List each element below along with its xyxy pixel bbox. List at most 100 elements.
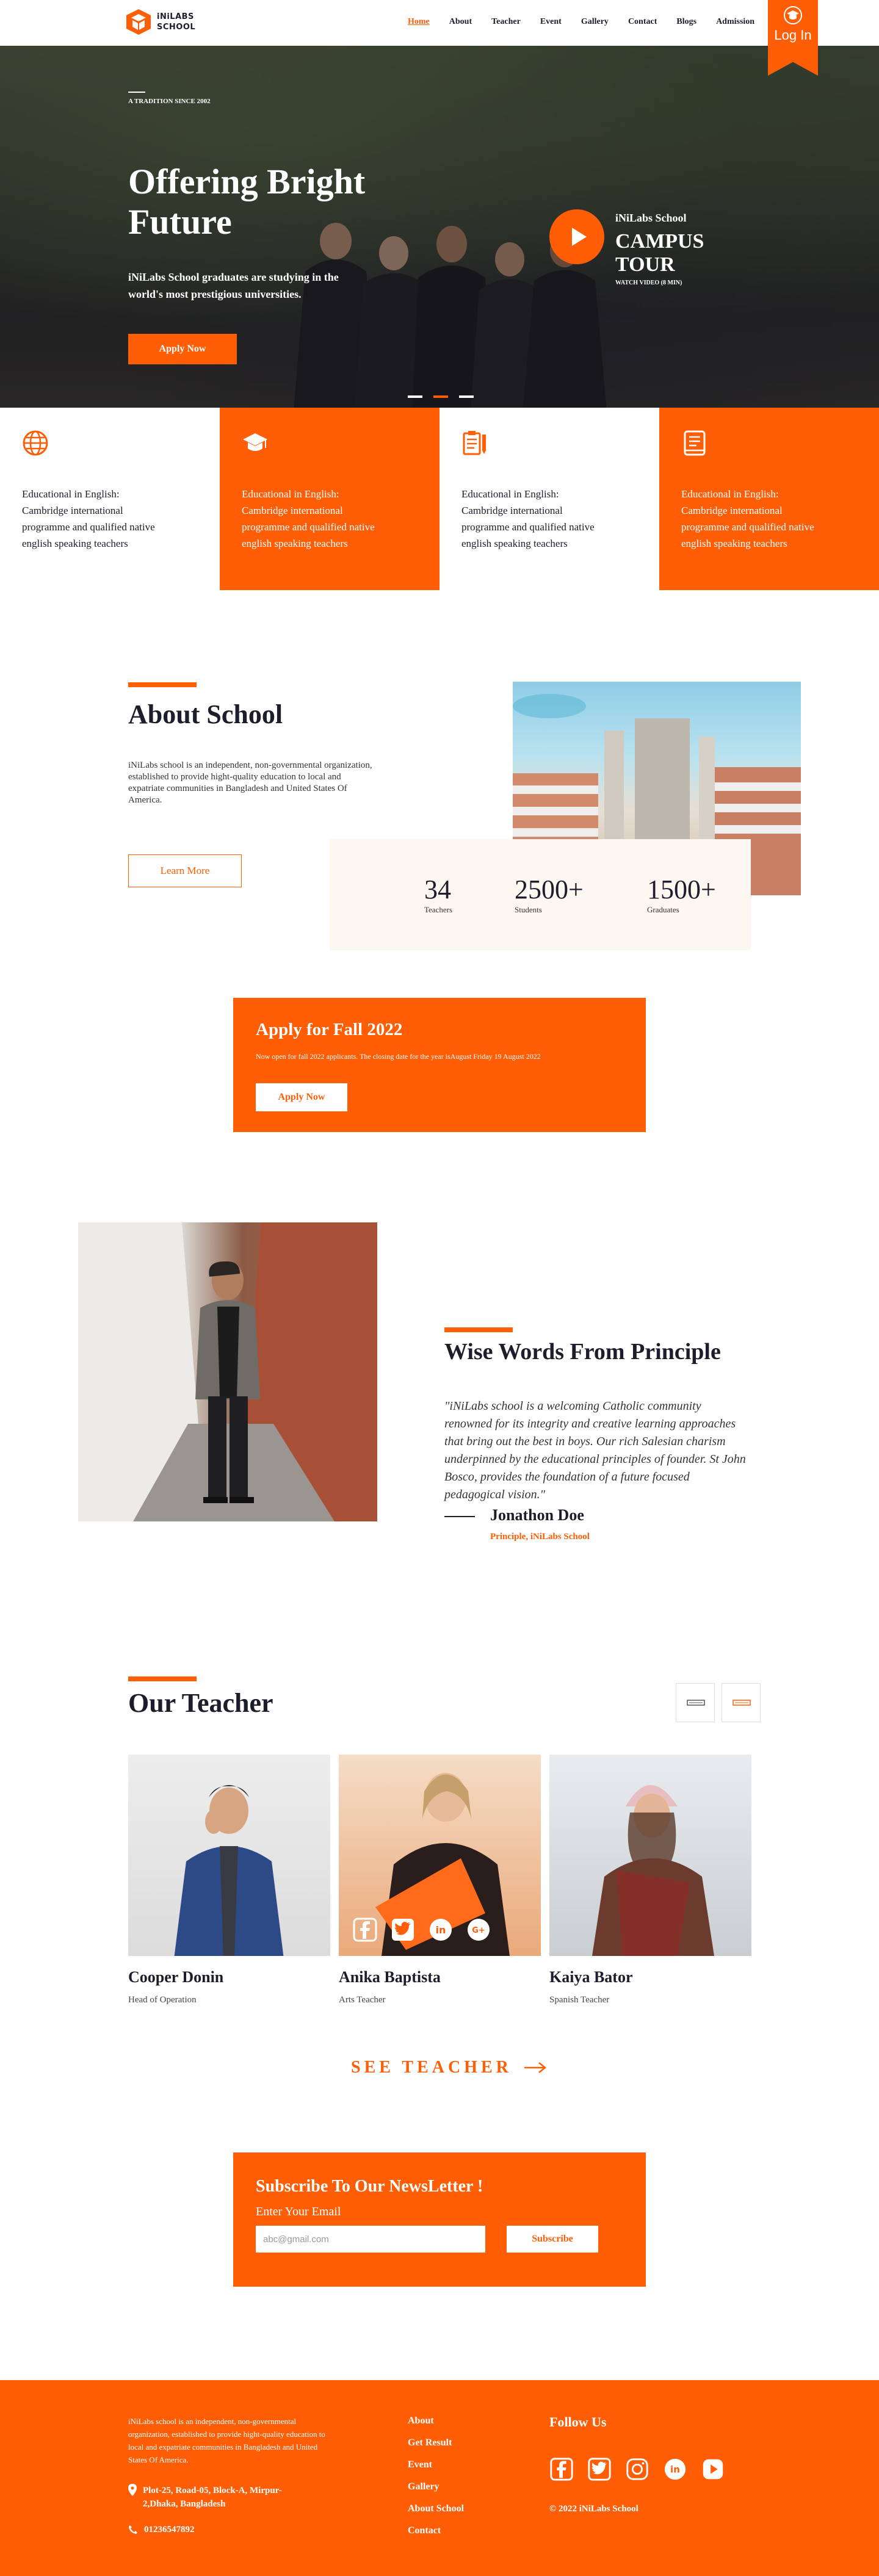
newsletter-box: Subscribe To Our NewsLetter ! Enter Your… xyxy=(233,2152,646,2287)
prev-arrow-button[interactable] xyxy=(676,1683,715,1722)
footer-link-contact[interactable]: Contact xyxy=(408,2525,464,2536)
teacher-name: Anika Baptista xyxy=(339,1968,441,1986)
next-arrow-button[interactable] xyxy=(722,1683,761,1722)
nav-teacher[interactable]: Teacher xyxy=(491,17,521,27)
teacher-card[interactable]: in G+ Anika Baptista Arts Teacher xyxy=(339,1755,541,2005)
stats-panel: 34 Teachers 2500+ Students 1500+ Graduat… xyxy=(330,839,751,950)
nav-about[interactable]: About xyxy=(449,17,472,27)
twitter-icon[interactable] xyxy=(587,2457,612,2481)
about-text: iNiLabs school is an independent, non-go… xyxy=(128,760,372,805)
about-title: About School xyxy=(128,699,283,729)
arrow-left-icon xyxy=(687,1700,705,1706)
teacher-card[interactable]: Cooper Donin Head of Operation xyxy=(128,1755,330,2005)
facebook-icon[interactable] xyxy=(549,2457,574,2481)
slider-dot[interactable] xyxy=(459,395,474,398)
feature-text: Educational in English: Cambridge intern… xyxy=(681,488,814,549)
graduate-icon xyxy=(784,6,802,24)
footer-social-links: in xyxy=(549,2457,725,2481)
feature-card: Educational in English: Cambridge intern… xyxy=(220,408,440,590)
principle-role: Principle, iNiLabs School xyxy=(490,1532,590,1542)
features-strip: Educational in English: Cambridge intern… xyxy=(0,408,879,590)
teacher-photo: in G+ xyxy=(339,1755,541,1956)
teacher-photo xyxy=(549,1755,751,1956)
location-pin-icon xyxy=(128,2484,137,2496)
divider xyxy=(444,1516,475,1517)
footer-address: Plot-25, Road-05, Block-A, Mirpur- 2,Dha… xyxy=(128,2484,282,2511)
clipboard-pencil-icon xyxy=(463,431,486,455)
teacher-name: Kaiya Bator xyxy=(549,1968,633,1986)
email-input[interactable] xyxy=(256,2226,485,2253)
teacher-role: Arts Teacher xyxy=(339,1995,386,2005)
twitter-icon[interactable] xyxy=(390,1917,416,1943)
nav-home[interactable]: Home xyxy=(408,17,430,27)
learn-more-button[interactable]: Learn More xyxy=(128,854,242,887)
globe-icon xyxy=(23,430,48,456)
stat-graduates: 1500+ Graduates xyxy=(647,875,716,915)
logo-name-1: iNiLABS xyxy=(157,12,194,21)
facebook-icon[interactable] xyxy=(352,1917,378,1943)
slider-dots xyxy=(408,395,474,398)
feature-card: Educational in English: Cambridge intern… xyxy=(440,408,659,590)
logo[interactable]: iNiLABS SCHOOL xyxy=(125,8,195,36)
apply-now-button[interactable]: Apply Now xyxy=(256,1083,347,1111)
footer-link-about-school[interactable]: About School xyxy=(408,2503,464,2514)
newsletter-title: Subscribe To Our NewsLetter ! xyxy=(256,2177,483,2196)
teacher-name: Cooper Donin xyxy=(128,1968,224,1986)
svg-text:in: in xyxy=(436,1924,446,1936)
teacher-card[interactable]: Kaiya Bator Spanish Teacher xyxy=(549,1755,751,2005)
graduation-cap-icon xyxy=(243,433,267,451)
arrow-right-icon xyxy=(733,1700,751,1706)
feature-card: Educational in English: Cambridge intern… xyxy=(0,408,220,590)
nav-blogs[interactable]: Blogs xyxy=(676,17,696,27)
logo-name-2: SCHOOL xyxy=(157,23,196,32)
hero-title: Offering Bright Future xyxy=(128,162,366,242)
footer-link-about[interactable]: About xyxy=(408,2415,464,2426)
apply-title: Apply for Fall 2022 xyxy=(256,1020,403,1039)
hero-tagline: A TRADITION SINCE 2002 xyxy=(128,92,211,105)
linkedin-icon[interactable]: in xyxy=(428,1917,454,1943)
principle-accent-bar xyxy=(444,1327,513,1332)
watch-video-label: WATCH VIDEO (8 MIN) xyxy=(615,280,682,286)
feature-text: Educational in English: Cambridge intern… xyxy=(461,488,595,549)
slider-dot-active[interactable] xyxy=(433,395,448,398)
campus-tour-title: CAMPUS TOUR xyxy=(615,230,704,276)
nav-contact[interactable]: Contact xyxy=(628,17,657,27)
footer-link-event[interactable]: Event xyxy=(408,2459,464,2470)
teacher-photo xyxy=(128,1755,330,1956)
google-plus-icon[interactable]: G+ xyxy=(466,1917,491,1943)
youtube-icon[interactable] xyxy=(701,2457,725,2481)
teacher-social-links: in G+ xyxy=(352,1917,491,1943)
see-teacher-link[interactable]: SEE TEACHER xyxy=(351,2058,546,2077)
footer-about: iNiLabs school is an independent, non-go… xyxy=(128,2417,325,2464)
instagram-icon[interactable] xyxy=(625,2457,649,2481)
teacher-role: Spanish Teacher xyxy=(549,1995,610,2005)
principle-name: Jonathon Doe xyxy=(490,1506,584,1524)
site-header: iNiLABS SCHOOL Home About Teacher Event … xyxy=(0,0,879,46)
footer-links: About Get Result Event Gallery About Sch… xyxy=(408,2415,464,2547)
teachers-accent-bar xyxy=(128,1676,197,1681)
footer-link-get-result[interactable]: Get Result xyxy=(408,2437,464,2448)
copyright: © 2022 iNiLabs School xyxy=(549,2504,638,2514)
slider-dot[interactable] xyxy=(408,395,422,398)
footer-link-gallery[interactable]: Gallery xyxy=(408,2481,464,2492)
apply-subtitle: Now open for fall 2022 applicants. The c… xyxy=(256,1052,541,1061)
feature-card: Educational in English: Cambridge intern… xyxy=(659,408,879,590)
phone-icon xyxy=(129,2525,137,2534)
feature-text: Educational in English: Cambridge intern… xyxy=(22,488,155,549)
hero-apply-button[interactable]: Apply Now xyxy=(128,334,237,364)
subscribe-button[interactable]: Subscribe xyxy=(507,2226,598,2253)
site-footer: iNiLabs school is an independent, non-go… xyxy=(0,2380,879,2576)
nav-gallery[interactable]: Gallery xyxy=(581,17,609,27)
nav-event[interactable]: Event xyxy=(540,17,562,27)
teachers-title: Our Teacher xyxy=(128,1688,273,1718)
main-nav: Home About Teacher Event Gallery Contact… xyxy=(408,17,774,27)
newsletter-label: Enter Your Email xyxy=(256,2205,341,2218)
play-video-button[interactable] xyxy=(549,209,604,264)
footer-phone: 01236547892 xyxy=(128,2525,195,2535)
nav-admission[interactable]: Admission xyxy=(716,17,754,27)
linkedin-icon[interactable]: in xyxy=(663,2457,687,2481)
arrow-right-icon xyxy=(524,2062,546,2073)
svg-text:G+: G+ xyxy=(472,1926,485,1935)
hero-section: A TRADITION SINCE 2002 Offering Bright F… xyxy=(0,46,879,408)
stat-students: 2500+ Students xyxy=(515,875,584,915)
